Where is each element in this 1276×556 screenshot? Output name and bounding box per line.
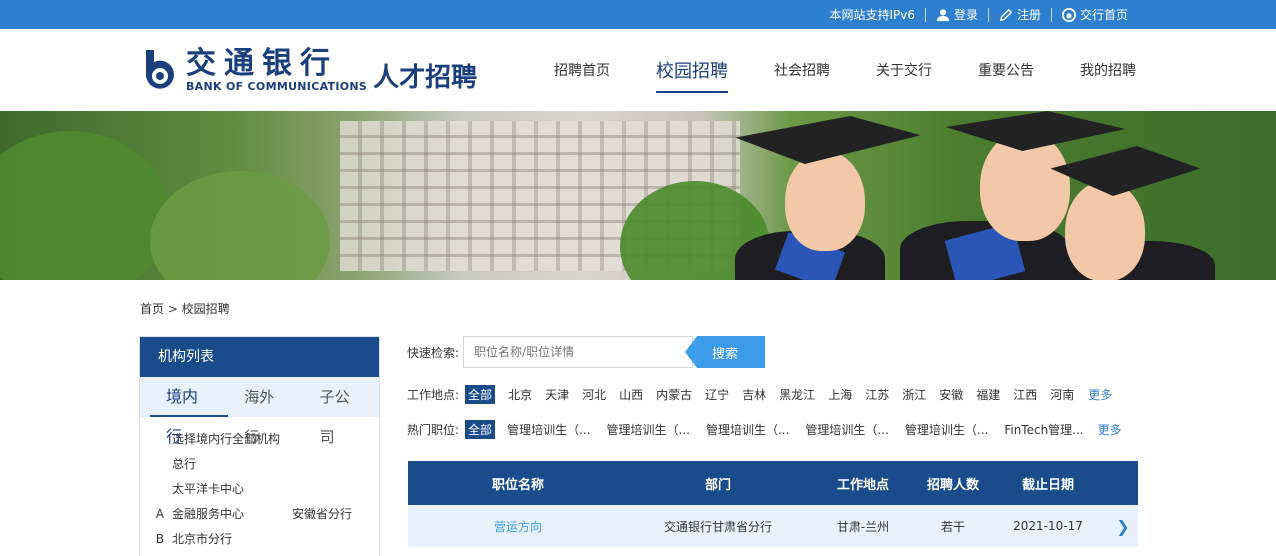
job-table: 职位名称 部门 工作地点 招聘人数 截止日期 营运方向 交通银行甘肃省分行 甘肃… bbox=[408, 461, 1138, 547]
location-option[interactable]: 福建 bbox=[976, 386, 1000, 403]
graduation-cap bbox=[731, 116, 924, 164]
login-link[interactable]: 登录 bbox=[924, 7, 988, 22]
main-nav: 招聘首页 校园招聘 社会招聘 关于交行 重要公告 我的招聘 bbox=[508, 29, 1136, 111]
sidebar-tabs: 境内行 海外行 子公司 bbox=[140, 377, 379, 446]
hot-position-option[interactable]: 管理培训生（... bbox=[507, 421, 590, 438]
breadcrumb[interactable]: 首页 > 校园招聘 bbox=[140, 300, 230, 317]
pencil-icon bbox=[999, 8, 1013, 21]
ipv6-notice: 本网站支持IPv6 bbox=[829, 7, 915, 22]
location-option[interactable]: 安徽 bbox=[939, 386, 963, 403]
nav-announcements[interactable]: 重要公告 bbox=[978, 54, 1034, 86]
nav-about[interactable]: 关于交行 bbox=[876, 54, 932, 86]
hero-banner bbox=[0, 111, 1276, 280]
hot-position-option[interactable]: 管理培训生（... bbox=[905, 421, 988, 438]
location-option[interactable]: 河北 bbox=[582, 386, 606, 403]
chevron-right-icon[interactable]: ❯ bbox=[1108, 517, 1138, 536]
location-option[interactable]: 黑龙江 bbox=[779, 386, 815, 403]
nav-my-recruit[interactable]: 我的招聘 bbox=[1080, 54, 1136, 86]
location-option[interactable]: 江苏 bbox=[865, 386, 889, 403]
tab-domestic[interactable]: 境内行 bbox=[150, 377, 229, 446]
location-option[interactable]: 天津 bbox=[545, 386, 569, 403]
search-label: 快速检索: bbox=[407, 345, 460, 360]
logo-cn-text: 交通银行 bbox=[186, 46, 338, 81]
location-option[interactable]: 河南 bbox=[1050, 386, 1074, 403]
hot-position-option[interactable]: FinTech管理... bbox=[1004, 421, 1083, 438]
search-button[interactable]: 搜索 bbox=[685, 336, 766, 368]
tab-overseas[interactable]: 海外行 bbox=[228, 377, 303, 446]
graduate-face bbox=[785, 151, 865, 251]
search-bar: 快速检索: 搜索 bbox=[407, 336, 766, 368]
hot-position-filter: 热门职位: 全部 管理培训生（... 管理培训生（... 管理培训生（... 管… bbox=[407, 420, 1122, 439]
nav-social-recruit[interactable]: 社会招聘 bbox=[774, 54, 830, 86]
tab-subsidiary[interactable]: 子公司 bbox=[304, 377, 379, 446]
search-input[interactable] bbox=[463, 336, 694, 368]
location-option[interactable]: 江西 bbox=[1013, 386, 1037, 403]
location-option[interactable]: 辽宁 bbox=[705, 386, 729, 403]
location-option[interactable]: 北京 bbox=[508, 386, 532, 403]
org-sidebar: 机构列表 境内行 海外行 子公司 选择境内行全部机构 总行 太平洋卡中心 A 金… bbox=[139, 336, 380, 556]
top-bar: 本网站支持IPv6 登录 注册 交行首页 bbox=[0, 0, 1276, 29]
site-logo[interactable]: 交通银行 BANK OF COMMUNICATIONS 人才招聘 bbox=[140, 47, 477, 94]
location-option[interactable]: 浙江 bbox=[902, 386, 926, 403]
sidebar-title: 机构列表 bbox=[140, 337, 379, 377]
bank-logo-icon bbox=[1061, 7, 1076, 22]
hot-position-option[interactable]: 管理培训生（... bbox=[607, 421, 690, 438]
location-option[interactable]: 全部 bbox=[465, 385, 496, 404]
bocom-logo-icon bbox=[145, 49, 174, 89]
nav-recruit-home[interactable]: 招聘首页 bbox=[554, 54, 610, 86]
list-item: 太平洋卡中心 bbox=[172, 482, 245, 496]
location-option[interactable]: 上海 bbox=[828, 386, 852, 403]
user-icon bbox=[936, 8, 950, 21]
hot-position-option[interactable]: 管理培训生（... bbox=[805, 421, 888, 438]
list-item: B 北京市分行 bbox=[155, 532, 233, 546]
header: 交通银行 BANK OF COMMUNICATIONS 人才招聘 招聘首页 校园… bbox=[0, 29, 1276, 111]
job-title-link[interactable]: 营运方向 bbox=[408, 518, 628, 535]
table-header: 职位名称 部门 工作地点 招聘人数 截止日期 bbox=[408, 461, 1138, 505]
list-item: A 金融服务中心 安徽省分行 bbox=[155, 507, 353, 521]
location-more-link[interactable]: 更多 bbox=[1088, 386, 1112, 403]
location-option[interactable]: 吉林 bbox=[742, 386, 766, 403]
hot-position-more-link[interactable]: 更多 bbox=[1098, 421, 1122, 438]
hot-position-option[interactable]: 管理培训生（... bbox=[706, 421, 789, 438]
logo-en-text: BANK OF COMMUNICATIONS bbox=[186, 80, 368, 93]
location-filter: 工作地点: 全部 北京 天津 河北 山西 内蒙古 辽宁 吉林 黑龙江 上海 江苏… bbox=[407, 385, 1112, 404]
logo-subtitle: 人才招聘 bbox=[373, 63, 478, 93]
table-row[interactable]: 营运方向 交通银行甘肃省分行 甘肃-兰州 若干 2021-10-17 ❯ bbox=[408, 505, 1138, 547]
register-link[interactable]: 注册 bbox=[987, 7, 1051, 22]
nav-campus-recruit[interactable]: 校园招聘 bbox=[656, 51, 728, 93]
bank-home-link[interactable]: 交行首页 bbox=[1050, 7, 1138, 22]
location-option[interactable]: 内蒙古 bbox=[656, 386, 692, 403]
hot-position-option[interactable]: 全部 bbox=[465, 420, 496, 439]
location-option[interactable]: 山西 bbox=[619, 386, 643, 403]
